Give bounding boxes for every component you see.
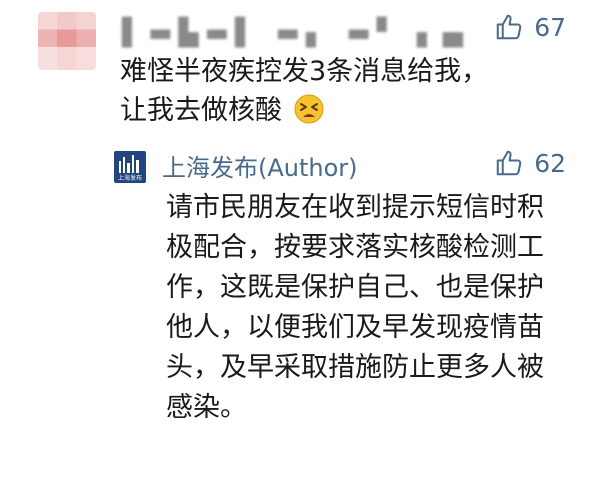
comment-text: 难怪半夜疾控发3条消息给我， 让我去做核酸 (120, 52, 560, 136)
reply-like-button[interactable]: 62 (494, 148, 566, 178)
author-avatar-caption: 上海发布 (117, 175, 142, 182)
author-name[interactable]: 上海发布(Author) (162, 148, 358, 183)
reply-text: 请市民朋友在收到提示短信时积极配合，按要求落实核酸检测工作，这既是保护自己、也是… (166, 192, 544, 423)
thumbs-up-icon (494, 12, 524, 42)
author-avatar[interactable]: 上海发布 (114, 151, 146, 183)
comment-like-count: 67 (534, 12, 566, 42)
commenter-avatar[interactable] (38, 12, 96, 70)
comment-text-line-with-emoji: 让我去做核酸 (120, 91, 560, 136)
tired-face-emoji-icon (293, 93, 325, 136)
reply-like-count: 62 (534, 148, 566, 178)
comment-text-line: 难怪半夜疾控发3条消息给我， (120, 56, 489, 87)
comment-like-button[interactable]: 67 (494, 12, 566, 42)
thumbs-up-icon (494, 148, 524, 178)
skyline-icon (119, 155, 139, 173)
commenter-username[interactable]: ▌▬▙▬▌ ▬▖ ▬▘ ▖▄ (122, 18, 469, 48)
comment-text-line: 让我去做核酸 (120, 95, 282, 126)
